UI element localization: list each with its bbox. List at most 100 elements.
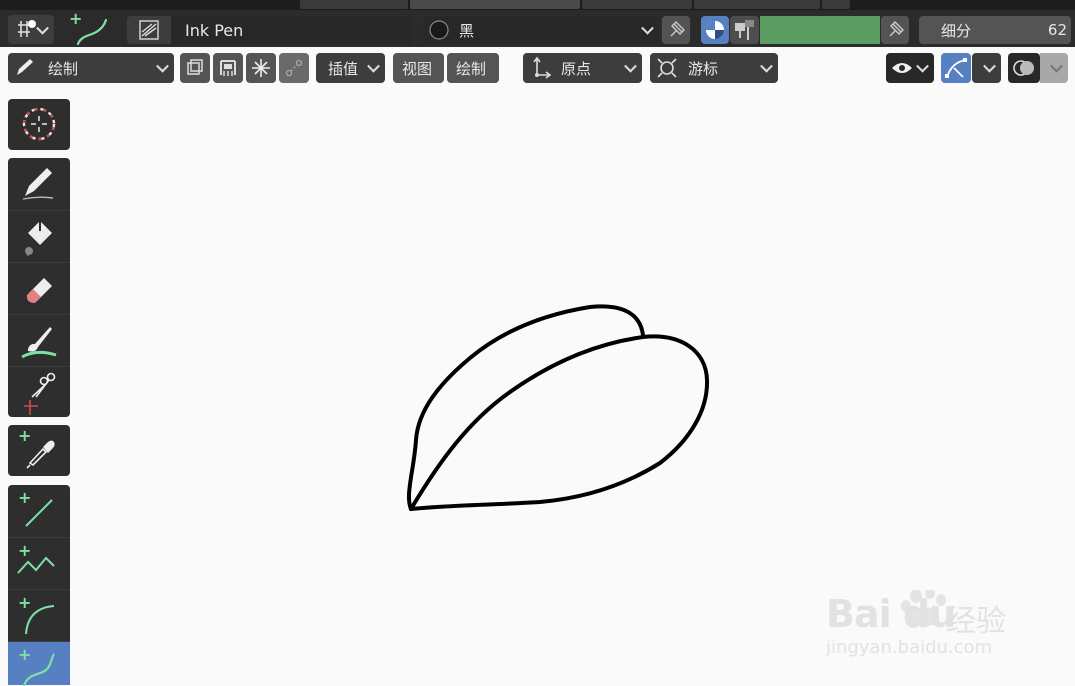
- color-swatch[interactable]: [760, 16, 880, 44]
- toolbar-group-eyedropper: +: [8, 425, 70, 476]
- ink-pen-icon: [139, 20, 159, 40]
- subdivision-field[interactable]: 细分 62: [919, 16, 1071, 44]
- draw-pencil-icon: [22, 168, 54, 200]
- guides-icon: [285, 59, 303, 77]
- multiframe-toggle[interactable]: [180, 53, 210, 83]
- chevron-down-icon: [983, 59, 996, 73]
- material-name: 黑: [459, 21, 475, 40]
- toolbar-group-primitives: + + + +: [8, 485, 70, 686]
- mode-dropdown[interactable]: 绘制: [8, 53, 174, 83]
- line-icon: +: [18, 488, 53, 527]
- workspace-tab[interactable]: [582, 0, 692, 9]
- vertex-color-mode-button[interactable]: [730, 16, 759, 44]
- arc-icon: +: [18, 593, 55, 635]
- cursor-surface-icon: [657, 58, 677, 78]
- multiframe-icon: [187, 59, 203, 75]
- watermark-brand: Bai du: [826, 592, 956, 636]
- brush-selector[interactable]: Ink Pen: [127, 16, 413, 44]
- pin-icon: [889, 21, 904, 37]
- pin-icon: [670, 21, 685, 37]
- snowflake-icon: [252, 59, 270, 77]
- chevron-down-icon: [1050, 59, 1063, 73]
- brush-name: Ink Pen: [185, 20, 244, 40]
- tool-eyedropper[interactable]: +: [8, 425, 70, 476]
- vertex-paint-icon: [735, 20, 754, 40]
- material-color-mode-button[interactable]: [701, 16, 729, 44]
- tool-line[interactable]: +: [8, 485, 70, 536]
- eraser-icon: [26, 278, 52, 303]
- interpolate-label: 插值: [328, 59, 359, 78]
- guides-toggle[interactable]: [279, 53, 309, 83]
- pencil-icon: [17, 59, 33, 75]
- view-menu-label: 视图: [402, 59, 433, 78]
- chevron-down-icon: [156, 59, 169, 73]
- draw-menu[interactable]: 绘制: [447, 53, 499, 83]
- tool-erase[interactable]: [8, 262, 70, 313]
- view-menu[interactable]: 视图: [393, 53, 444, 83]
- svg-text:+: +: [18, 593, 31, 612]
- overlay-toggle[interactable]: [1008, 53, 1040, 83]
- cursor-dropdown[interactable]: 游标: [650, 53, 778, 83]
- material-selector[interactable]: 黑: [423, 16, 659, 44]
- stroke-edit-icon: [945, 58, 967, 78]
- origin-dropdown[interactable]: 原点: [523, 53, 642, 83]
- workspace-tab[interactable]: [694, 0, 820, 9]
- snow-toggle[interactable]: [246, 53, 276, 83]
- chevron-down-icon: [760, 59, 773, 73]
- watermark-brand-cn: 经验: [946, 604, 1006, 639]
- tool-arc[interactable]: +: [8, 589, 70, 640]
- color-wheel-icon: [706, 21, 724, 39]
- edit-lines-toggle[interactable]: [941, 53, 971, 83]
- material-sphere-icon: [429, 20, 449, 40]
- pin-button[interactable]: [881, 16, 909, 44]
- subdivision-label: 细分: [941, 21, 972, 40]
- curve-icon: +: [18, 645, 55, 686]
- workspace-tab-active[interactable]: [410, 0, 580, 9]
- tool-draw[interactable]: [8, 158, 70, 209]
- svg-text:+: +: [69, 10, 82, 28]
- fill-bucket-icon: [25, 221, 52, 256]
- top-header: + Ink Pen 黑 细分 62: [0, 0, 1075, 47]
- workspace-tab[interactable]: [300, 0, 408, 9]
- svg-text:+: +: [18, 541, 31, 560]
- edit-lines-dropdown[interactable]: [972, 53, 1001, 83]
- brush-thumbnail[interactable]: [127, 16, 171, 44]
- mode-label: 绘制: [48, 59, 79, 78]
- visibility-dropdown[interactable]: [886, 53, 934, 83]
- svg-text:+: +: [18, 488, 31, 507]
- eye-icon: [892, 63, 912, 73]
- baidu-watermark: Bai du 经验 jingyan.baidu.com: [826, 590, 1046, 660]
- tool-tint[interactable]: [8, 314, 70, 365]
- drawing-canvas[interactable]: [0, 0, 1075, 685]
- chevron-down-icon: [641, 21, 654, 35]
- chevron-down-icon: [367, 59, 380, 73]
- interaction-mode-dropdown[interactable]: [8, 15, 54, 44]
- tint-brush-icon: [21, 327, 57, 359]
- cursor-icon: [22, 107, 56, 141]
- leaf-stroke: [406, 304, 710, 511]
- overlay-dropdown[interactable]: [1040, 53, 1068, 83]
- draw-menu-label: 绘制: [456, 59, 487, 78]
- tool-curve[interactable]: +: [8, 641, 70, 686]
- toolbar-group-cursor: [8, 99, 70, 150]
- interpolate-dropdown[interactable]: 插值: [316, 53, 385, 83]
- chevron-down-icon: [624, 59, 637, 73]
- origin-icon: [533, 56, 552, 79]
- watermark-url: jingyan.baidu.com: [826, 637, 993, 658]
- tool-fill[interactable]: [8, 210, 70, 261]
- workspace-tab[interactable]: [822, 0, 850, 9]
- polyline-icon: +: [17, 541, 55, 574]
- brush-preview-icon[interactable]: +: [64, 9, 112, 47]
- tool-cutter[interactable]: [8, 366, 70, 417]
- tool-cursor[interactable]: [8, 99, 70, 150]
- overlay-icon: [1013, 60, 1034, 76]
- cutter-scissors-icon: [24, 372, 56, 415]
- tool-polyline[interactable]: +: [8, 537, 70, 588]
- stroke-placement-toggle[interactable]: [213, 53, 243, 83]
- svg-text:+: +: [18, 645, 31, 664]
- stroke-placement-icon: [220, 60, 236, 76]
- toolbar-group-draw: [8, 158, 70, 417]
- svg-text:+: +: [18, 426, 31, 445]
- pin-button[interactable]: [662, 16, 690, 44]
- cursor-label: 游标: [688, 59, 719, 78]
